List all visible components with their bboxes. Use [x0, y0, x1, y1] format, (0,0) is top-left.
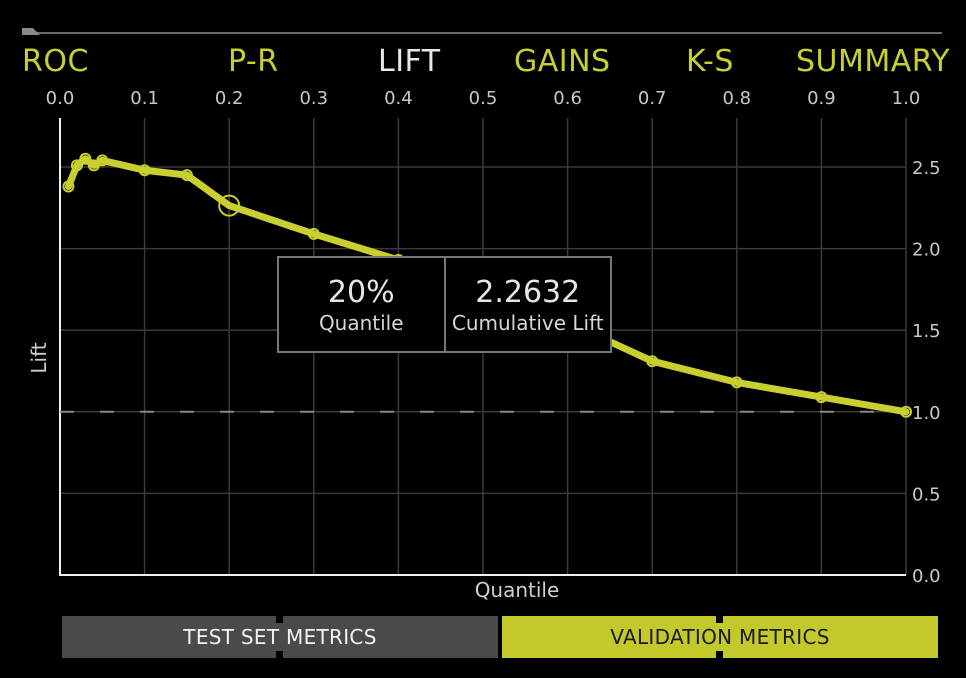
y-tick-label: 2.0 [912, 240, 941, 261]
y-axis-label: Lift [27, 342, 51, 373]
x-tick-label: 0.9 [807, 88, 836, 109]
x-tick-label: 0.8 [722, 88, 751, 109]
button-notch [276, 651, 283, 658]
y-tick-label: 0.0 [912, 566, 941, 587]
x-tick-label: 0.0 [46, 88, 75, 109]
x-axis-label: Quantile [475, 578, 560, 602]
tooltip-lift-value: 2.2632 [475, 274, 581, 310]
x-tick-label: 1.0 [892, 88, 921, 109]
button-notch [716, 616, 723, 623]
tooltip-lift-label: Cumulative Lift [451, 310, 604, 335]
point-tooltip: 20% Quantile 2.2632 Cumulative Lift [277, 256, 612, 353]
x-tick-label: 0.1 [130, 88, 159, 109]
y-tick-labels: 0.0 0.5 1.0 1.5 2.0 2.5 [912, 158, 941, 587]
y-tick-label: 0.5 [912, 484, 941, 505]
x-tick-label: 0.2 [215, 88, 244, 109]
x-tick-labels: 0.0 0.1 0.2 0.3 0.4 0.5 0.6 0.7 0.8 0.9 1.0 [46, 88, 921, 109]
tooltip-lift-cell: 2.2632 Cumulative Lift [443, 258, 611, 351]
tooltip-quantile-label: Quantile [318, 310, 404, 335]
tooltip-quantile-cell: 20% Quantile [279, 258, 444, 351]
button-notch [276, 616, 283, 623]
y-tick-label: 1.5 [912, 321, 941, 342]
x-tick-label: 0.6 [553, 88, 582, 109]
tooltip-quantile-value: 20% [327, 274, 395, 310]
x-tick-label: 0.5 [469, 88, 498, 109]
x-tick-label: 0.3 [299, 88, 328, 109]
x-tick-label: 0.4 [384, 88, 413, 109]
x-tick-label: 0.7 [638, 88, 667, 109]
button-notch [716, 651, 723, 658]
y-tick-label: 2.5 [912, 158, 941, 179]
y-tick-label: 1.0 [912, 403, 941, 424]
